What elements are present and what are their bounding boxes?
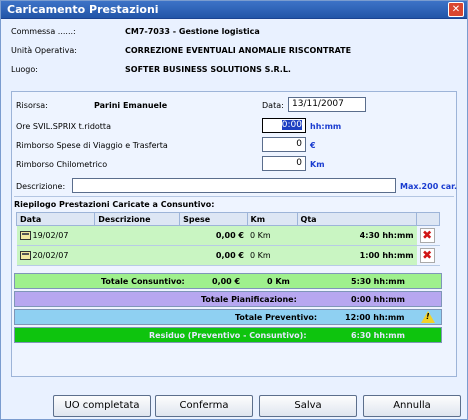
calendar-icon [19, 251, 31, 260]
totale-consuntivo-spese: 0,00 € [212, 277, 241, 286]
salva-button[interactable]: Salva [259, 395, 357, 417]
totale-consuntivo-label: Totale Consuntivo: [101, 277, 185, 286]
totale-consuntivo-qta: 5:30 hh:mm [351, 277, 405, 286]
totale-pianificazione-bar: Totale Pianificazione: 0:00 hh:mm [14, 291, 442, 307]
ore-label: Ore SVIL.SPRIX t.ridotta [16, 122, 111, 131]
conferma-button[interactable]: Conferma [155, 395, 253, 417]
totale-consuntivo-km: 0 Km [267, 277, 290, 286]
row-km: 0 Km [247, 225, 298, 246]
risorsa-label: Risorsa: [16, 101, 48, 110]
commessa-label: Commessa ......: [11, 27, 76, 36]
totale-preventivo-label: Totale Preventivo: [235, 313, 318, 322]
row-qta: 4:30 hh:mm [297, 225, 417, 246]
unita-value: CORREZIONE EVENTUALI ANOMALIE RISCONTRAT… [125, 46, 352, 55]
column-header-spese[interactable]: Spese [179, 212, 248, 226]
window-title: Caricamento Prestazioni [7, 3, 159, 16]
delete-icon[interactable]: ✖ [419, 228, 435, 243]
warning-icon [421, 311, 435, 323]
commessa-value: CM7-7033 - Gestione logistica [125, 27, 260, 36]
dialog-content: Commessa ......: CM7-7033 - Gestione log… [7, 25, 463, 381]
table-row[interactable]: 20/02/07 0,00 € 0 Km 1:00 hh:mm ✖ [16, 245, 440, 266]
row-data: 19/02/07 [32, 231, 69, 240]
row-qta: 1:00 hh:mm [297, 245, 417, 266]
row-action-cell: ✖ [416, 245, 440, 266]
rimborso-km-field[interactable]: 0 [262, 156, 306, 171]
descrizione-hint: Max.200 car. [400, 182, 458, 191]
riepilogo-table: Data Descrizione Spese Km Qta 19/02/07 0… [15, 212, 440, 266]
riepilogo-title: Riepilogo Prestazioni Caricate a Consunt… [14, 200, 215, 209]
row-action-cell: ✖ [416, 225, 440, 246]
column-header-qta[interactable]: Qta [296, 212, 418, 226]
totale-preventivo-bar: Totale Preventivo: 12:00 hh:mm [14, 309, 442, 325]
totale-preventivo-qta: 12:00 hh:mm [345, 313, 405, 322]
descrizione-field[interactable] [72, 178, 396, 193]
column-header-km[interactable]: Km [246, 212, 298, 226]
ore-value: 0:00 [281, 120, 302, 130]
prestazione-panel: Risorsa: Parini Emanuele Data: 13/11/200… [11, 91, 457, 377]
risorsa-value: Parini Emanuele [94, 101, 168, 110]
column-header-data[interactable]: Data [15, 212, 96, 226]
row-data: 20/02/07 [32, 251, 69, 260]
totale-pianificazione-qta: 0:00 hh:mm [351, 295, 405, 304]
rimborso-viaggio-field[interactable]: 0 [262, 137, 306, 152]
rimborso-viaggio-label: Rimborso Spese di Viaggio e Trasferta [16, 141, 168, 150]
luogo-label: Luogo: [11, 65, 38, 74]
row-data-cell: 20/02/07 [16, 245, 95, 266]
rimborso-km-unit: Km [310, 160, 325, 169]
data-field[interactable]: 13/11/2007 [288, 97, 366, 112]
row-spese: 0,00 € [179, 245, 247, 266]
title-bar[interactable]: Caricamento Prestazioni ✕ [1, 1, 467, 19]
column-header-actions [416, 212, 440, 226]
totale-pianificazione-label: Totale Pianificazione: [201, 295, 297, 304]
descrizione-label: Descrizione: [16, 182, 66, 191]
close-icon[interactable]: ✕ [448, 2, 464, 17]
ore-unit: hh:mm [310, 122, 342, 131]
button-bar: UO completata Conferma Salva Annulla [1, 387, 467, 419]
ore-field[interactable]: 0:00 [262, 118, 306, 133]
divider [14, 196, 454, 197]
rimborso-viaggio-unit: € [310, 141, 316, 150]
dialog-window: Caricamento Prestazioni ✕ Commessa .....… [0, 0, 468, 420]
row-descrizione [94, 225, 180, 246]
rimborso-km-label: Rimborso Chilometrico [16, 160, 108, 169]
table-row[interactable]: 19/02/07 0,00 € 0 Km 4:30 hh:mm ✖ [16, 225, 440, 246]
row-descrizione [94, 245, 180, 266]
annulla-button[interactable]: Annulla [363, 395, 461, 417]
column-header-descrizione[interactable]: Descrizione [94, 212, 181, 226]
totale-consuntivo-bar: Totale Consuntivo: 0,00 € 0 Km 5:30 hh:m… [14, 273, 442, 289]
luogo-value: SOFTER BUSINESS SOLUTIONS S.R.L. [125, 65, 291, 74]
table-header-row: Data Descrizione Spese Km Qta [15, 212, 440, 226]
uo-completata-button[interactable]: UO completata [53, 395, 151, 417]
row-data-cell: 19/02/07 [16, 225, 95, 246]
data-label: Data: [262, 101, 284, 110]
residuo-qta: 6:30 hh:mm [351, 331, 405, 340]
delete-icon[interactable]: ✖ [419, 248, 435, 263]
row-km: 0 Km [247, 245, 298, 266]
residuo-label: Residuo (Preventivo - Consuntivo): [149, 331, 307, 340]
calendar-icon [19, 231, 31, 240]
residuo-bar: Residuo (Preventivo - Consuntivo): 6:30 … [14, 327, 442, 343]
unita-label: Unità Operativa: [11, 46, 77, 55]
row-spese: 0,00 € [179, 225, 247, 246]
